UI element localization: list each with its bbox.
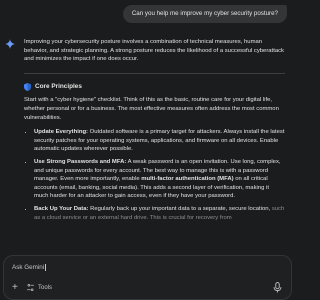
scroll-fade xyxy=(0,242,295,256)
section-heading-text: Core Principles xyxy=(35,82,82,90)
tools-icon xyxy=(27,283,34,292)
prompt-input[interactable]: Ask Gemini xyxy=(12,264,46,271)
gemini-sparkle-icon xyxy=(5,39,15,49)
shield-icon xyxy=(24,83,31,92)
tools-label: Tools xyxy=(38,284,53,291)
section-intro: Start with a "cyber hygiene" checklist. … xyxy=(24,97,279,121)
list-item: Update Everything: Outdated software is … xyxy=(34,128,285,154)
list-item-title: Use Strong Passwords and MFA: xyxy=(34,158,127,165)
list-item: Back Up Your Data: Regularly back up you… xyxy=(34,205,285,222)
list-item-emphasis: multi-factor authentication (MFA) xyxy=(141,176,234,183)
user-message-text: Can you help me improve my cyber securit… xyxy=(131,10,278,17)
list-item-title: Back Up Your Data: xyxy=(34,205,89,212)
list-item-text: Regularly back up your important data to… xyxy=(88,205,272,212)
add-button[interactable]: + xyxy=(12,283,18,293)
user-message-bubble: Can you help me improve my cyber securit… xyxy=(122,5,287,23)
tips-list: Update Everything: Outdated software is … xyxy=(24,128,285,222)
section-heading: Core Principles xyxy=(24,83,285,92)
tools-button[interactable]: Tools xyxy=(26,283,52,292)
microphone-icon[interactable] xyxy=(273,282,282,293)
response-intro: Improving your cybersecurity posture inv… xyxy=(24,39,284,63)
section-divider xyxy=(24,72,285,74)
assistant-response: Improving your cybersecurity posture inv… xyxy=(24,38,285,226)
prompt-input-panel[interactable]: Ask Gemini + Tools xyxy=(3,255,292,300)
list-item: Use Strong Passwords and MFA: A weak pas… xyxy=(34,158,285,201)
list-item-title: Update Everything: xyxy=(34,129,89,136)
